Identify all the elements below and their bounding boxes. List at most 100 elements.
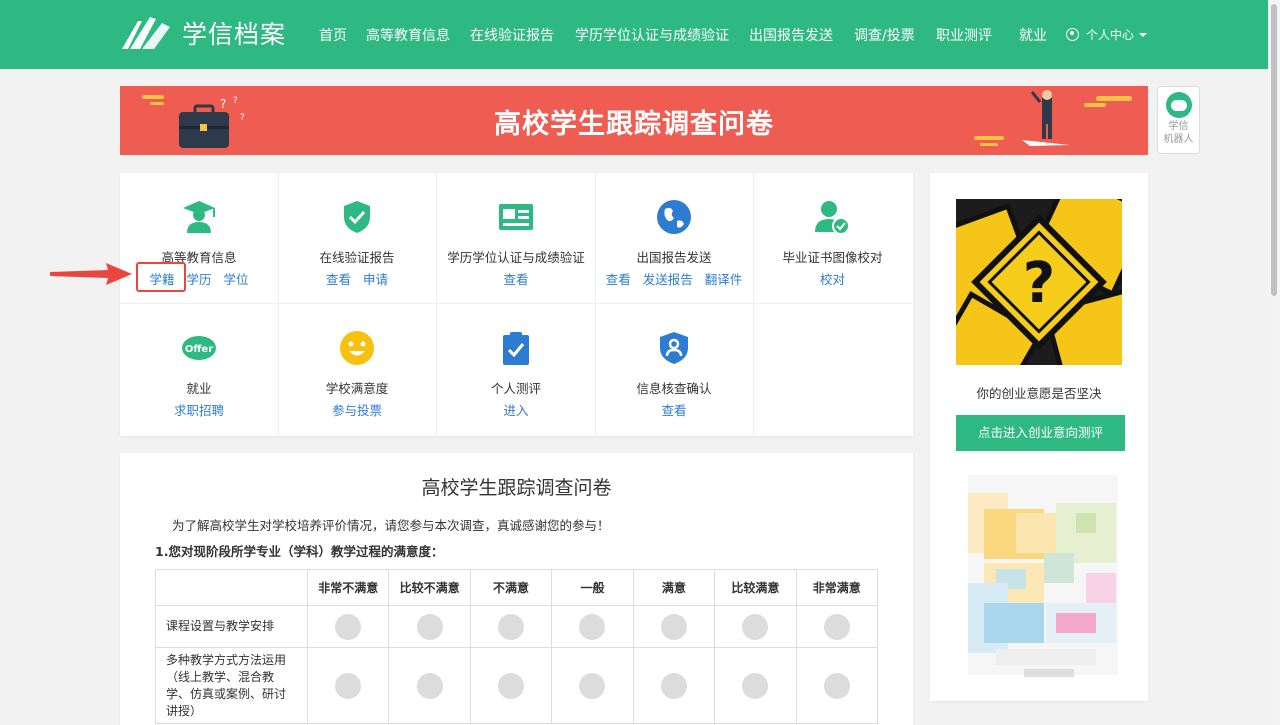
nav-online-verification[interactable]: 在线验证报告 [470, 25, 554, 45]
very-unsatisfied-face-icon[interactable] [335, 613, 362, 640]
row-label: 课程设置与教学安排 [155, 605, 308, 648]
logo-mark-icon [122, 17, 170, 49]
svg-text:?: ? [1023, 251, 1055, 316]
service-certificate-proofread: 毕业证书图像校对 校对 [753, 173, 912, 304]
nav-home[interactable]: 首页 [319, 25, 347, 45]
nav-higher-education[interactable]: 高等教育信息 [366, 25, 450, 45]
table-row: 多种教学方式方法运用（线上教学、混合教学、仿真或案例、研讨讲授） [155, 647, 879, 724]
banner-decoration-right [974, 90, 1132, 146]
neutral-face-icon[interactable] [579, 672, 606, 699]
survey-panel: 高校学生跟踪调查问卷 为了解高校学生对学校培养评价情况，请您参与本次调查，真诚感… [120, 453, 913, 725]
nav-employment[interactable]: 就业 [1019, 25, 1047, 45]
site-logo[interactable]: 学信档案 [120, 15, 286, 51]
question-sign-icon: ? [956, 199, 1122, 365]
survey-intro: 为了解高校学生对学校培养评价情况，请您参与本次调查，真诚感谢您的参与！ [172, 518, 610, 533]
nav-abroad-report[interactable]: 出国报告发送 [749, 25, 833, 45]
robot-label-2: 机器人 [1163, 134, 1194, 145]
user-center-menu[interactable]: 个人中心 [1066, 26, 1148, 43]
very-satisfied-face-icon[interactable] [823, 613, 850, 640]
robot-label-1: 学信 [1168, 121, 1189, 132]
robot-icon [1165, 92, 1192, 118]
row-label: 多种教学方式方法运用（线上教学、混合教学、仿真或案例、研讨讲授） [155, 647, 308, 724]
satisfaction-table: 非常不满意 比较不满意 不满意 一般 满意 比较满意 非常满意 课程设置与教学安… [155, 569, 879, 724]
service-title: 在线验证报告 [319, 250, 395, 265]
offer-icon: Offer [182, 336, 216, 360]
service-title: 学校满意度 [325, 381, 389, 396]
neutral-face-icon[interactable] [579, 613, 606, 640]
service-title: 毕业证书图像校对 [782, 250, 883, 265]
chevron-down-icon [1139, 32, 1148, 37]
assistant-robot-button[interactable]: 学信 机器人 [1157, 86, 1200, 154]
smile-icon [340, 331, 374, 365]
service-title: 个人测评 [490, 381, 541, 396]
highlight-box [136, 262, 186, 292]
red-arrow-icon [50, 263, 132, 285]
link-proofread[interactable]: 校对 [820, 272, 845, 287]
satisfied-face-icon[interactable] [660, 672, 687, 699]
service-abroad-report: 出国报告发送 查看 发送报告 翻译件 [595, 173, 754, 304]
globe-icon [657, 200, 691, 234]
column-header: 比较满意 [714, 569, 797, 606]
top-navbar: 学信档案 首页 高等教育信息 在线验证报告 学历学位认证与成绩验证 出国报告发送… [0, 0, 1280, 69]
nav-survey-vote[interactable]: 调查/投票 [854, 25, 915, 45]
user-check-icon [815, 201, 850, 235]
service-personal-assessment: 个人测评 进入 [437, 304, 596, 435]
service-title: 出国报告发送 [636, 250, 712, 265]
link-apply[interactable]: 申请 [363, 272, 388, 287]
table-row: 课程设置与教学安排 [155, 605, 879, 648]
satisfied-face-icon[interactable] [660, 613, 687, 640]
user-icon [1066, 28, 1079, 41]
service-empty-cell [753, 304, 912, 435]
link-send-report[interactable]: 发送报告 [643, 272, 693, 287]
column-header: 一般 [551, 569, 634, 606]
unsatisfied-face-icon[interactable] [498, 613, 525, 640]
nav-degree-certification[interactable]: 学历学位认证与成绩验证 [575, 25, 729, 45]
link-enter[interactable]: 进入 [503, 403, 528, 418]
service-online-verification: 在线验证报告 查看 申请 [278, 173, 437, 304]
ad-caption: 你的创业意愿是否坚决 [976, 386, 1102, 401]
shield-user-icon [660, 332, 688, 364]
link-translation[interactable]: 翻译件 [705, 272, 743, 287]
nav-career-test[interactable]: 职业测评 [936, 25, 992, 45]
service-grid: 高等教育信息 学籍 学历 学位 在线验证报告 查看 申请 学历学位认证与成绩验证… [120, 173, 913, 436]
ad-image[interactable]: ? [956, 199, 1122, 365]
table-corner [155, 569, 308, 606]
shield-check-icon [344, 201, 370, 233]
graduate-icon [183, 201, 215, 233]
link-view[interactable]: 查看 [503, 272, 528, 287]
fairly-unsatisfied-face-icon[interactable] [416, 613, 443, 640]
survey-title: 高校学生跟踪调查问卷 [421, 477, 612, 499]
clipboard-check-icon [503, 332, 529, 365]
column-header: 非常不满意 [306, 569, 390, 606]
survey-banner[interactable]: ? ? ? 高校学生跟踪调查问卷 [120, 86, 1148, 155]
service-info-confirmation: 信息核查确认 查看 [595, 304, 754, 435]
table-header-row: 非常不满意 比较不满意 不满意 一般 满意 比较满意 非常满意 [155, 569, 879, 606]
fairly-satisfied-face-icon[interactable] [742, 613, 769, 640]
unsatisfied-face-icon[interactable] [498, 672, 525, 699]
logo-text: 学信档案 [182, 20, 287, 49]
id-card-icon [499, 204, 533, 230]
link-view[interactable]: 查看 [326, 272, 351, 287]
link-view[interactable]: 查看 [606, 272, 631, 287]
link-vote[interactable]: 参与投票 [332, 403, 382, 418]
service-title: 信息核查确认 [636, 381, 712, 396]
very-satisfied-face-icon[interactable] [823, 672, 850, 699]
link-degree[interactable]: 学位 [223, 272, 248, 287]
link-view[interactable]: 查看 [661, 403, 686, 418]
column-header: 比较不满意 [388, 569, 471, 606]
survey-question: 1.您对现阶段所学专业（学科）教学过程的满意度： [155, 544, 444, 559]
service-title: 就业 [186, 381, 212, 396]
svg-text:Offer: Offer [185, 344, 213, 355]
very-unsatisfied-face-icon[interactable] [335, 672, 362, 699]
link-job-search[interactable]: 求职招聘 [174, 403, 224, 418]
column-header: 非常满意 [795, 569, 879, 606]
scrollbar-thumb[interactable] [1271, 4, 1277, 296]
fairly-unsatisfied-face-icon[interactable] [416, 672, 443, 699]
service-degree-certification: 学历学位认证与成绩验证 查看 [437, 173, 596, 304]
service-employment: Offer 就业 求职招聘 [120, 304, 279, 435]
entrepreneurship-test-button[interactable]: 点击进入创业意向测评 [956, 415, 1125, 451]
service-title: 学历学位认证与成绩验证 [447, 250, 585, 265]
link-education[interactable]: 学历 [186, 272, 211, 287]
fairly-satisfied-face-icon[interactable] [742, 672, 769, 699]
user-center-label: 个人中心 [1086, 28, 1135, 42]
